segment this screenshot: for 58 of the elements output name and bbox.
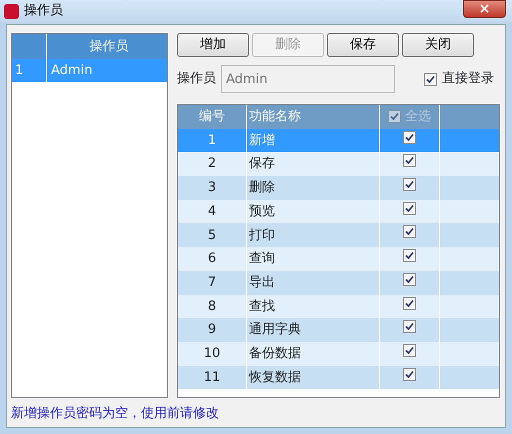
permission-row[interactable]: 7 导出 bbox=[178, 270, 499, 294]
close-button[interactable]: × bbox=[463, 0, 506, 18]
table-cell-text: 9 bbox=[208, 321, 216, 340]
app-icon bbox=[4, 4, 19, 18]
table-cell-text: 删除 bbox=[249, 179, 275, 198]
toolbar-button[interactable]: 关闭 bbox=[402, 33, 474, 57]
permission-row[interactable]: 3 删除 bbox=[178, 176, 499, 200]
checkbox-label: 直接登录 bbox=[442, 70, 494, 88]
permission-row[interactable]: 10 备份数据 bbox=[178, 342, 499, 366]
table-cell-text: 恢复数据 bbox=[249, 368, 301, 387]
table-cell-text: 2 bbox=[208, 155, 216, 174]
operator-field[interactable]: Admin bbox=[221, 65, 395, 93]
table-cell-text: 1 bbox=[15, 62, 24, 80]
table-cell-text: 查询 bbox=[249, 250, 275, 268]
checkbox[interactable] bbox=[403, 178, 416, 192]
table-cell-text: 10 bbox=[204, 344, 220, 363]
checkbox[interactable] bbox=[403, 368, 416, 381]
checkbox[interactable] bbox=[403, 272, 416, 286]
permission-row[interactable]: 8 查找 bbox=[178, 294, 499, 318]
checkbox[interactable] bbox=[403, 154, 416, 168]
permission-row[interactable]: 9 通用字典 bbox=[178, 318, 499, 342]
checkbox[interactable] bbox=[403, 202, 416, 215]
checkbox[interactable] bbox=[403, 130, 416, 144]
table-cell-text: 1 bbox=[208, 132, 216, 150]
checkbox[interactable] bbox=[388, 110, 401, 124]
table-cell-text: 7 bbox=[208, 274, 216, 292]
table-cell-text: 3 bbox=[208, 179, 216, 198]
permission-row[interactable]: 2 保存 bbox=[178, 152, 499, 176]
table-cell-text: 导出 bbox=[249, 274, 275, 292]
table-cell-text: 查找 bbox=[249, 298, 275, 316]
table-cell-text: 打印 bbox=[249, 226, 275, 245]
table-cell-text: 6 bbox=[208, 250, 216, 268]
table-cell-text: 8 bbox=[208, 298, 216, 316]
checkbox[interactable] bbox=[403, 344, 416, 357]
permission-row[interactable]: 5 打印 bbox=[178, 223, 499, 248]
window-title: 操作员 bbox=[24, 2, 64, 20]
toolbar-button[interactable]: 保存 bbox=[327, 33, 399, 57]
table-cell-text: 通用字典 bbox=[249, 321, 301, 340]
field-label: 操作员 bbox=[177, 70, 216, 88]
checkbox[interactable] bbox=[403, 225, 416, 238]
table-cell-text: 备份数据 bbox=[249, 344, 301, 363]
table-cell-text: Admin bbox=[51, 62, 92, 80]
checkbox[interactable] bbox=[424, 72, 437, 86]
table-cell-text: 保存 bbox=[249, 155, 275, 174]
table-cell-text: 新增 bbox=[249, 132, 275, 150]
checkbox[interactable] bbox=[403, 320, 416, 334]
table-cell-text: 5 bbox=[208, 226, 216, 245]
permission-row[interactable]: 6 查询 bbox=[178, 247, 499, 271]
toolbar-button[interactable]: 增加 bbox=[177, 33, 249, 57]
checkbox[interactable] bbox=[403, 249, 416, 262]
table-cell-text: 预览 bbox=[249, 202, 275, 221]
table-cell-text: 4 bbox=[208, 202, 216, 221]
permission-row[interactable]: 4 预览 bbox=[178, 200, 499, 224]
select-all-label: 全选 bbox=[405, 108, 431, 126]
status-message: 新增操作员密码为空，使用前请修改 bbox=[11, 404, 220, 422]
permission-row[interactable]: 11 恢复数据 bbox=[178, 366, 499, 390]
table-cell-text: 11 bbox=[204, 368, 220, 387]
checkbox[interactable] bbox=[403, 296, 416, 310]
